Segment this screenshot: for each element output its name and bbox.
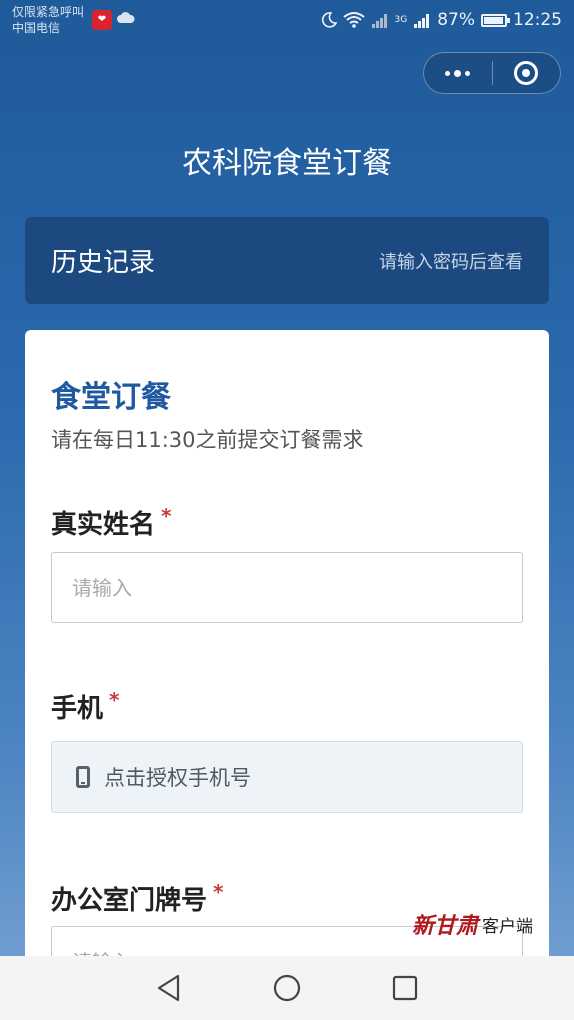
recents-button[interactable] [385,968,425,1008]
authorize-phone-label: 点击授权手机号 [104,766,251,790]
office-label: 办公室门牌号 * [51,880,223,917]
home-button[interactable] [267,968,307,1008]
required-mark: * [109,688,120,712]
back-button[interactable] [149,968,189,1008]
miniprogram-capsule [423,52,561,94]
phone-label-text: 手机 [51,694,104,724]
form-title: 食堂订餐 [51,380,171,415]
carrier-line1: 仅限紧急呼叫 [12,5,85,19]
recents-square-icon [392,975,418,1001]
office-label-text: 办公室门牌号 [51,886,208,916]
home-circle-icon [273,974,301,1002]
phone-label: 手机 * [51,688,119,725]
cloud-icon [117,12,135,23]
more-dots-icon[interactable] [424,52,492,94]
clock: 12:25 [513,10,562,30]
authorize-phone-button[interactable]: 点击授权手机号 [51,741,523,813]
history-hint: 请输入密码后查看 [379,251,523,273]
history-banner[interactable]: 历史记录 请输入密码后查看 [25,217,549,304]
wifi-icon [342,12,365,28]
watermark: 新甘肃 客户端 [412,908,533,940]
target-icon [514,61,539,85]
name-input[interactable] [51,552,523,623]
required-mark: * [161,504,172,528]
watermark-text: 客户端 [482,916,534,937]
form-subtitle: 请在每日11:30之前提交订餐需求 [51,428,364,452]
signal-icon [371,14,387,28]
signal-icon [414,14,430,28]
system-nav-bar [0,956,574,1020]
app-icon: ❤ [92,10,112,30]
battery-percent: 87% [437,10,475,30]
network-type: 3G [394,15,408,25]
status-right: 3G 87% 12:25 [321,8,562,32]
carrier-line2: 中国电信 [12,21,61,35]
phone-icon [76,766,90,788]
watermark-logo: 新甘肃 [412,913,479,939]
page-title: 农科院食堂订餐 [182,146,392,181]
battery-icon [481,13,510,27]
back-triangle-icon [157,974,180,1002]
close-button[interactable] [493,52,561,94]
carrier-info: 仅限紧急呼叫 中国电信 [12,4,84,36]
name-label: 真实姓名 * [51,504,171,541]
name-label-text: 真实姓名 [51,510,156,540]
history-title: 历史记录 [51,248,156,278]
status-bar: 仅限紧急呼叫 中国电信 ❤ 3G 87% 12:25 [0,0,574,44]
moon-icon [321,12,337,28]
required-mark: * [213,880,224,904]
